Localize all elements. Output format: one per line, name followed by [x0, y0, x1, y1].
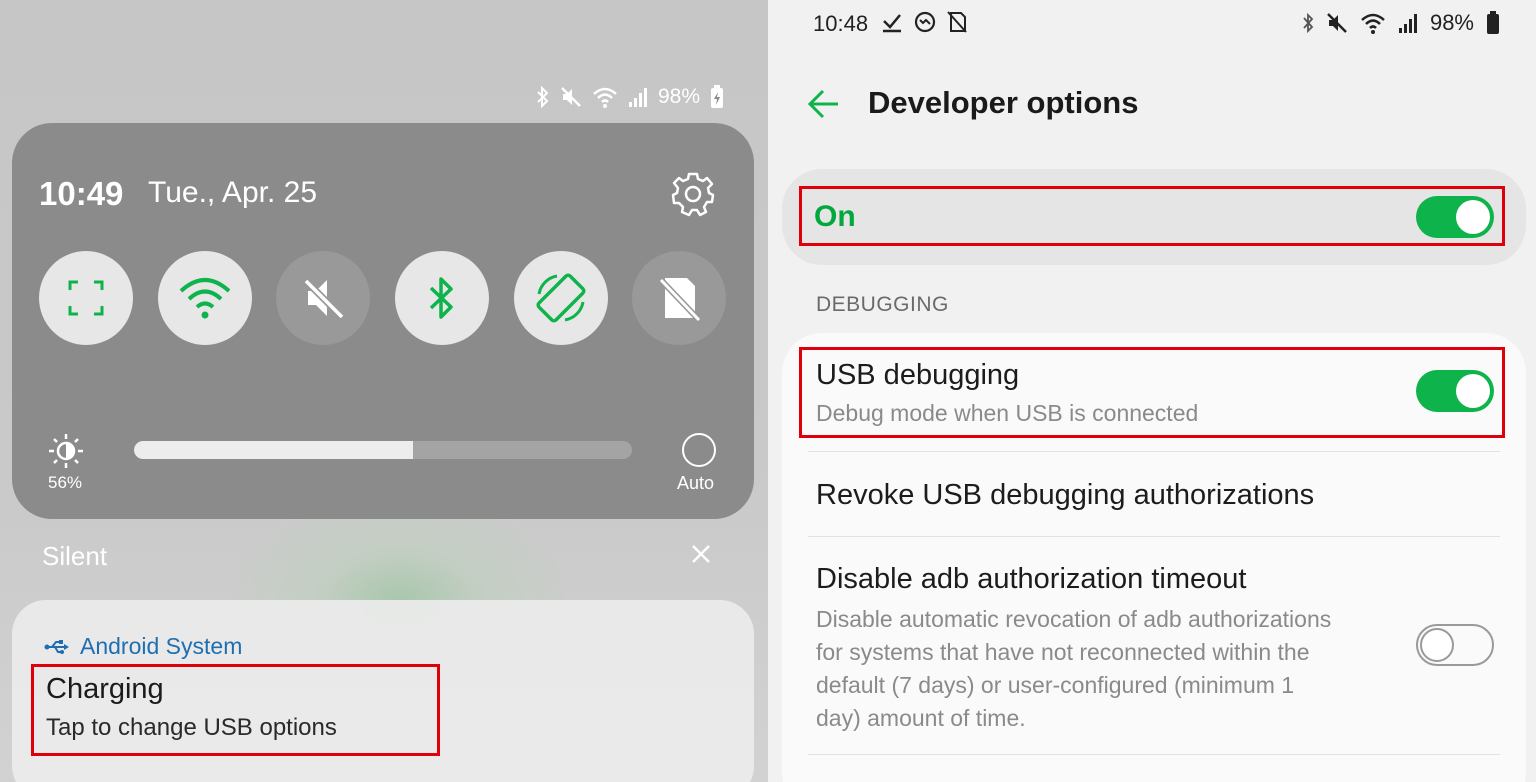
signal-icon — [1398, 14, 1417, 33]
brightness-slider[interactable] — [134, 441, 632, 459]
master-switch-label: On — [814, 200, 856, 233]
back-arrow-icon[interactable] — [806, 86, 842, 122]
notification-text: Tap to change USB options — [46, 714, 337, 741]
mute-icon — [1327, 13, 1347, 33]
status-notification-icons — [880, 10, 968, 34]
auto-brightness-label: Auto — [677, 473, 715, 493]
settings-gear-icon[interactable] — [668, 169, 718, 219]
quick-settings-panel: 10:49 Tue., Apr. 25 56% Auto — [12, 123, 754, 519]
sim-card-off-icon — [658, 277, 701, 322]
usb-debugging-toggle[interactable] — [1416, 370, 1494, 412]
setting-subtitle-line: Disable automatic revocation of adb auth… — [816, 606, 1332, 632]
toggle-knob — [1420, 627, 1454, 662]
wifi-icon — [179, 278, 231, 319]
notification-shade: 98% 10:49 Tue., Apr. 25 56% Auto Silent … — [0, 0, 768, 782]
quick-tile-auto-rotate[interactable] — [514, 251, 608, 345]
notification-app-name: Android System — [80, 633, 243, 659]
setting-title: Revoke USB debugging authorizations — [816, 479, 1315, 511]
setting-title: USB debugging — [816, 359, 1020, 391]
toggle-knob — [1456, 200, 1490, 234]
download-done-icon — [883, 14, 901, 33]
developer-options-screen: 10:48 98% Developer options On DEBUGGING… — [768, 0, 1536, 782]
auto-brightness-toggle[interactable] — [682, 433, 716, 467]
status-system-icons: 98% — [1302, 10, 1500, 36]
silent-section-header: Silent — [42, 541, 108, 571]
notification-app-header: Android System — [44, 633, 242, 660]
battery-percent: 98% — [657, 85, 700, 108]
quick-tile-bluetooth[interactable] — [395, 251, 489, 345]
quick-tile-wifi[interactable] — [158, 251, 252, 345]
setting-subtitle-line: day) amount of time. — [816, 705, 1026, 731]
no-sim-icon — [947, 11, 967, 33]
battery-icon — [1487, 11, 1499, 34]
brightness-percent: 56% — [48, 473, 83, 492]
bluetooth-icon — [1303, 12, 1314, 34]
signal-icon — [628, 88, 647, 107]
close-icon[interactable] — [688, 541, 714, 567]
right-status-bar: 10:48 98% — [768, 0, 1536, 48]
auto-rotate-icon — [536, 273, 586, 323]
adb-timeout-toggle[interactable] — [1416, 624, 1494, 666]
brightness-icon — [49, 434, 83, 468]
setting-subtitle: Debug mode when USB is connected — [816, 400, 1199, 426]
mute-icon — [303, 278, 345, 320]
developer-options-master-switch[interactable]: On — [782, 169, 1526, 265]
debugging-settings-list: USB debugging Debug mode when USB is con… — [782, 333, 1526, 782]
section-header-debugging: DEBUGGING — [816, 293, 949, 316]
bluetooth-icon — [429, 277, 453, 319]
left-status-bar: 98% — [536, 84, 724, 110]
usb-icon — [44, 639, 69, 654]
battery-charging-icon — [711, 85, 723, 108]
quick-tile-sim[interactable] — [632, 251, 726, 345]
bluetooth-icon — [537, 86, 549, 108]
charging-notification[interactable]: Android System Charging Tap to change US… — [12, 600, 754, 782]
clock: 10:49 — [39, 175, 124, 212]
battery-percent: 98% — [1429, 10, 1474, 35]
setting-title: Disable adb authorization timeout — [816, 563, 1247, 595]
notification-title: Charging — [46, 673, 164, 705]
quick-tile-screenshot[interactable] — [39, 251, 133, 345]
date: Tue., Apr. 25 — [148, 176, 317, 209]
wifi-icon — [1361, 13, 1385, 34]
divider — [808, 451, 1500, 452]
status-time: 10:48 — [813, 11, 869, 36]
divider — [808, 754, 1500, 755]
divider — [808, 536, 1500, 537]
setting-subtitle-line: for systems that have not reconnected wi… — [816, 639, 1310, 665]
master-toggle[interactable] — [1416, 196, 1494, 238]
brightness-slider-fill — [134, 441, 413, 459]
data-saver-icon — [914, 11, 936, 33]
setting-subtitle-line: default (7 days) or user-configured (min… — [816, 672, 1295, 698]
toggle-knob — [1456, 374, 1490, 408]
page-title: Developer options — [868, 85, 1139, 120]
screenshot-icon — [68, 280, 104, 316]
wifi-icon — [593, 87, 617, 108]
quick-tile-sound[interactable] — [276, 251, 370, 345]
mute-icon — [561, 87, 581, 107]
